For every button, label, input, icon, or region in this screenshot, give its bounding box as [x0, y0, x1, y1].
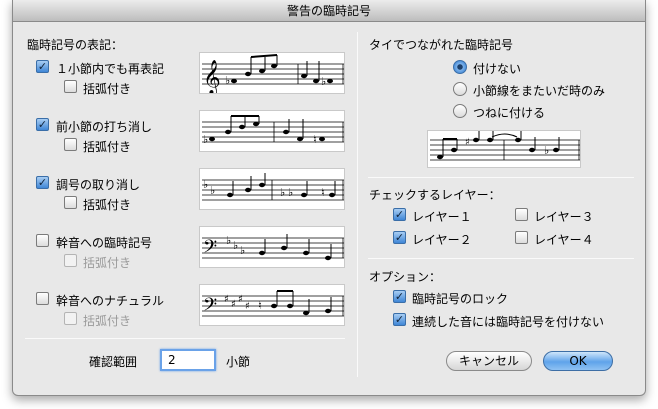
staff-preview-1: 𝄞 ♭ ♭	[199, 52, 345, 94]
tie-none-label: 付けない	[473, 62, 522, 76]
dialog-window: 警告の臨時記号 臨時記号の表記： １小節内でも再表記 括弧付き 前小節の打ち消し…	[12, 0, 646, 396]
skip-repeated-notes-checkbox[interactable]	[393, 313, 406, 326]
natural-icon: ♮	[313, 133, 317, 146]
layer-4-checkbox[interactable]	[515, 231, 528, 244]
flat-icon: ♭	[225, 74, 230, 87]
svg-text:♭: ♭	[233, 239, 238, 252]
cancel-key-signature-label: 調号の取り消し	[56, 178, 141, 192]
lock-accidentals-checkbox[interactable]	[393, 290, 406, 303]
tie-staff-preview: ♯ ♭	[427, 130, 581, 168]
window-title: 警告の臨時記号	[13, 0, 645, 22]
tie-always-radio[interactable]	[453, 104, 467, 118]
paren-label-1: 括弧付き	[83, 82, 132, 96]
rewrite-in-measure-checkbox[interactable]	[36, 60, 49, 73]
flat-icon: ♭	[203, 133, 208, 146]
tie-across-barline-radio[interactable]	[453, 82, 467, 96]
bass-clef-icon: 𝄢	[203, 237, 217, 262]
range-label: 確認範囲	[89, 355, 138, 369]
layer-3-label: レイヤー３	[534, 210, 594, 224]
skip-repeated-notes-label: 連続した音には臨時記号を付けない	[412, 315, 605, 329]
paren-checkbox-3[interactable]	[64, 196, 77, 209]
ok-button[interactable]: OK	[543, 351, 613, 371]
tie-none-radio[interactable]	[453, 60, 467, 74]
paren-checkbox-4[interactable]	[64, 254, 77, 267]
lock-accidentals-label: 臨時記号のロック	[412, 292, 509, 306]
svg-text:♭: ♭	[210, 184, 215, 197]
range-unit-label: 小節	[226, 355, 251, 369]
flat-icon: ♭	[226, 234, 231, 247]
cancel-previous-measure-checkbox[interactable]	[36, 118, 49, 131]
layer-2-label: レイヤー２	[412, 233, 472, 247]
svg-text:♯: ♯	[245, 301, 250, 312]
tie-across-barline-label: 小節線をまたいだ時のみ	[473, 84, 606, 98]
svg-text:♭: ♭	[288, 186, 293, 199]
left-bottom-divider	[25, 338, 345, 339]
flat-icon: ♭	[544, 144, 549, 157]
flat-icon: ♭	[321, 75, 326, 88]
rewrite-in-measure-label: １小節内でも再表記	[56, 62, 165, 76]
tie-heading: タイでつながれた臨時記号	[369, 38, 514, 52]
staff-preview-2: ♭ ♮	[199, 110, 345, 152]
layer-heading: チェックするレイヤー：	[369, 188, 501, 202]
measure-range-input[interactable]: 2	[160, 349, 216, 371]
layer-2-checkbox[interactable]	[393, 231, 406, 244]
natural-note-accidental-checkbox[interactable]	[36, 234, 49, 247]
right-divider-2	[368, 258, 634, 259]
natural-note-accidental-label: 幹音への臨時記号	[56, 236, 153, 250]
right-divider-1	[368, 177, 634, 178]
paren-label-3: 括弧付き	[83, 198, 132, 212]
layer-3-checkbox[interactable]	[515, 208, 528, 221]
paren-checkbox-5[interactable]	[64, 312, 77, 325]
vertical-divider	[357, 32, 358, 377]
staff-preview-4: 𝄢 ♭ ♭ ♭	[199, 226, 345, 268]
paren-label-4: 括弧付き	[83, 256, 132, 270]
treble-clef-icon: 𝄞	[203, 60, 221, 94]
natural-note-natural-checkbox[interactable]	[36, 292, 49, 305]
paren-checkbox-1[interactable]	[64, 80, 77, 93]
svg-text:♭: ♭	[240, 244, 245, 257]
svg-text:♯: ♯	[238, 294, 243, 305]
staff-preview-5: 𝄢 ♯ ♯ ♯♯ ♮	[199, 284, 345, 326]
natural-icon: ♮	[258, 299, 262, 312]
paren-label-5: 括弧付き	[83, 314, 132, 328]
options-heading: オプション：	[369, 270, 442, 284]
layer-1-label: レイヤー１	[412, 210, 472, 224]
tie-always-label: つねに付ける	[473, 106, 546, 120]
cancel-key-signature-checkbox[interactable]	[36, 176, 49, 189]
sharp-icon: ♯	[224, 294, 229, 305]
cancel-previous-measure-label: 前小節の打ち消し	[56, 120, 153, 134]
paren-checkbox-2[interactable]	[64, 138, 77, 151]
flat-icon: ♭	[203, 178, 208, 191]
display-heading: 臨時記号の表記：	[27, 38, 124, 52]
bass-clef-icon: 𝄢	[203, 295, 217, 320]
cancel-button[interactable]: キャンセル	[446, 351, 532, 371]
natural-icon: ♮	[321, 186, 325, 199]
svg-text:♯: ♯	[231, 299, 236, 310]
natural-note-natural-label: 幹音へのナチュラル	[56, 294, 165, 308]
paren-label-2: 括弧付き	[83, 140, 132, 154]
flat-icon: ♭	[280, 186, 285, 199]
layer-4-label: レイヤー４	[534, 233, 594, 247]
staff-preview-3: ♭ ♭ ♭ ♭ ♮	[199, 168, 345, 210]
layer-1-checkbox[interactable]	[393, 208, 406, 221]
sharp-icon: ♯	[465, 137, 470, 148]
